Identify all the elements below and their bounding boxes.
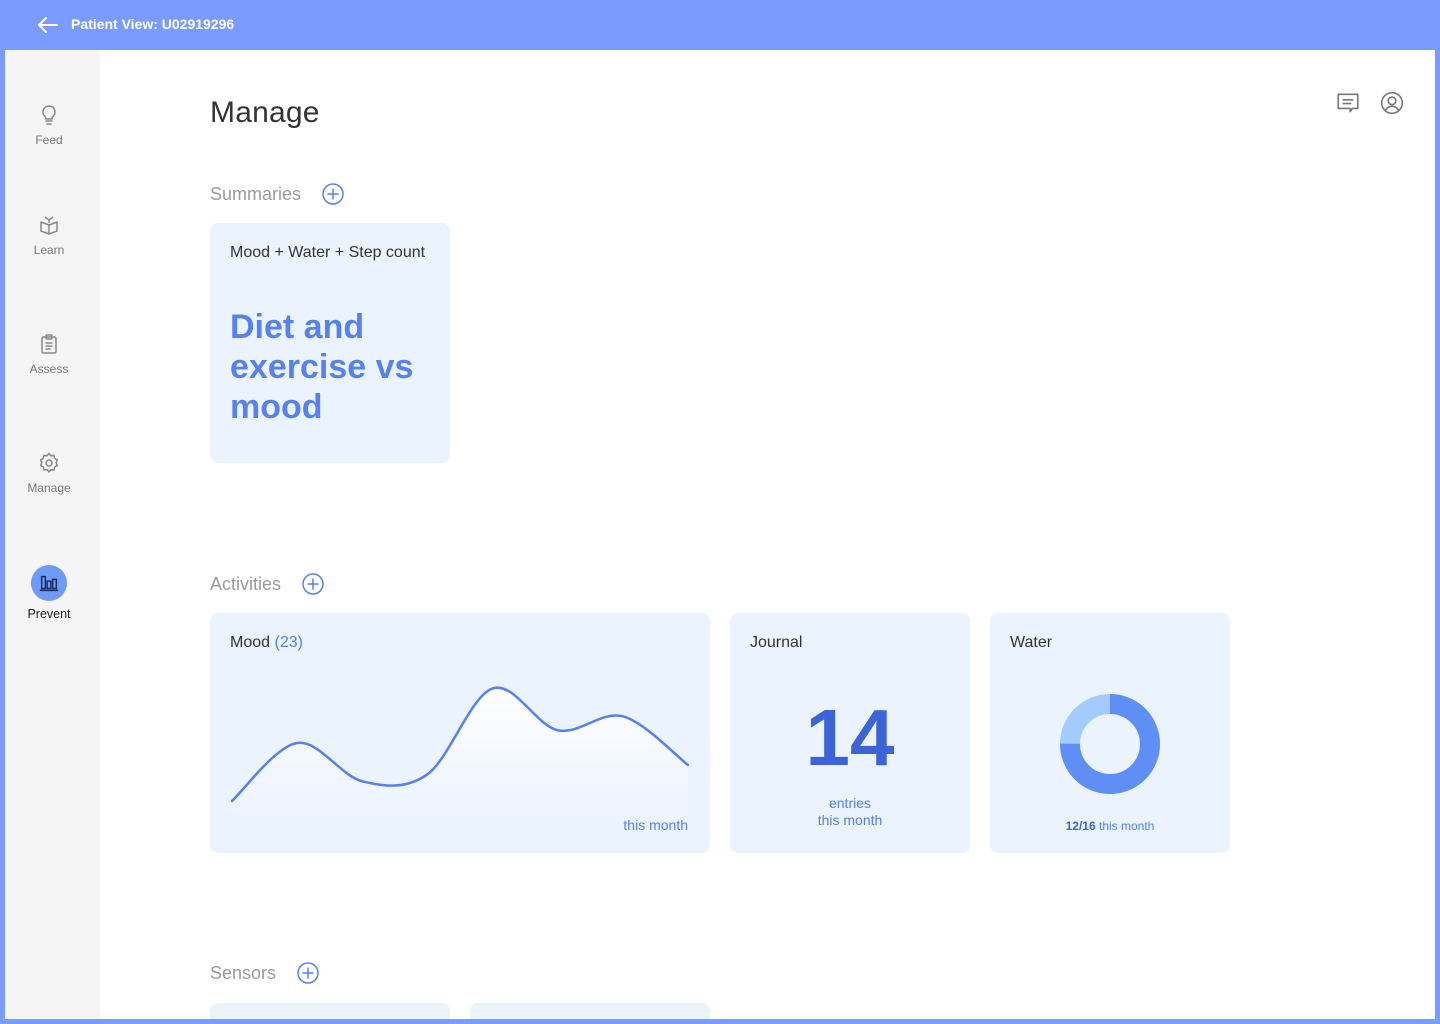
journal-title: Journal — [750, 634, 803, 651]
sidebar-label-assess: Assess — [29, 362, 69, 376]
mood-title: Mood — [230, 634, 271, 651]
arrow-left-icon[interactable] — [36, 13, 60, 37]
journal-caption: entries this month — [730, 795, 970, 829]
app-frame: Feed Learn Assess Manage Prevent Manage … — [5, 50, 1435, 1019]
summaries-header: Summaries — [210, 182, 345, 206]
sensor-card[interactable] — [210, 1003, 450, 1019]
sidebar-label-feed: Feed — [35, 133, 63, 147]
water-caption: 12/16 this month — [990, 819, 1230, 833]
mood-title-row: Mood (23) — [230, 633, 303, 653]
activities-header: Activities — [210, 572, 325, 596]
bar-chart-icon — [39, 575, 59, 592]
sidebar-item-feed[interactable]: Feed — [5, 103, 93, 147]
journal-caption-line2: this month — [817, 812, 883, 828]
book-icon — [40, 216, 58, 235]
journal-card[interactable]: Journal 14 entries this month — [730, 613, 970, 853]
gear-icon — [39, 452, 59, 474]
header-actions — [1335, 90, 1405, 116]
clipboard-icon — [41, 334, 57, 354]
water-card[interactable]: Water 12/16 this month — [990, 613, 1230, 853]
sidebar-label-prevent: Prevent — [27, 607, 71, 621]
sidebar-item-manage[interactable]: Manage — [5, 451, 93, 495]
sidebar-item-learn[interactable]: Learn — [5, 213, 93, 257]
user-circle-icon[interactable] — [1379, 90, 1405, 116]
lightbulb-icon — [42, 105, 56, 125]
message-icon[interactable] — [1335, 90, 1361, 116]
summary-headline: Diet and exercise vs mood — [230, 308, 414, 426]
water-done-count: 12/16 — [1065, 819, 1096, 833]
activities-label: Activities — [210, 573, 282, 594]
add-summary-plus-icon[interactable] — [321, 182, 345, 206]
mood-area-fill — [232, 687, 688, 823]
sidebar-item-prevent[interactable]: Prevent — [5, 565, 93, 621]
add-activity-plus-icon[interactable] — [301, 572, 325, 596]
page-title: Manage — [210, 96, 320, 129]
sensor-card[interactable] — [470, 1003, 710, 1019]
sidebar-item-assess[interactable]: Assess — [5, 332, 93, 376]
water-donut-chart — [1060, 694, 1160, 794]
mood-count: (23) — [274, 634, 303, 651]
top-bar: Patient View: U02919296 — [0, 0, 1440, 50]
sidebar: Feed Learn Assess Manage Prevent — [5, 50, 100, 1019]
sensors-label: Sensors — [210, 962, 277, 983]
mood-card[interactable]: Mood (23) this month — [210, 613, 710, 853]
sensors-header: Sensors — [210, 961, 320, 985]
water-period: this month — [1099, 819, 1155, 833]
sidebar-label-manage: Manage — [27, 481, 71, 495]
journal-count: 14 — [805, 693, 895, 782]
mood-line-chart — [230, 686, 690, 823]
water-title: Water — [1010, 634, 1053, 651]
summary-subtitle: Mood + Water + Step count — [230, 244, 426, 261]
main-content: Manage Summaries Mood + Water + Step cou… — [100, 50, 1435, 1019]
patient-view-title: Patient View: U02919296 — [71, 16, 235, 32]
active-indicator — [31, 565, 67, 601]
mood-period: this month — [623, 817, 688, 833]
sidebar-label-learn: Learn — [33, 243, 65, 257]
summary-card[interactable]: Mood + Water + Step count Diet and exerc… — [210, 223, 450, 463]
summaries-label: Summaries — [210, 183, 302, 204]
journal-caption-line1: entries — [828, 795, 872, 811]
add-sensor-plus-icon[interactable] — [296, 961, 320, 985]
